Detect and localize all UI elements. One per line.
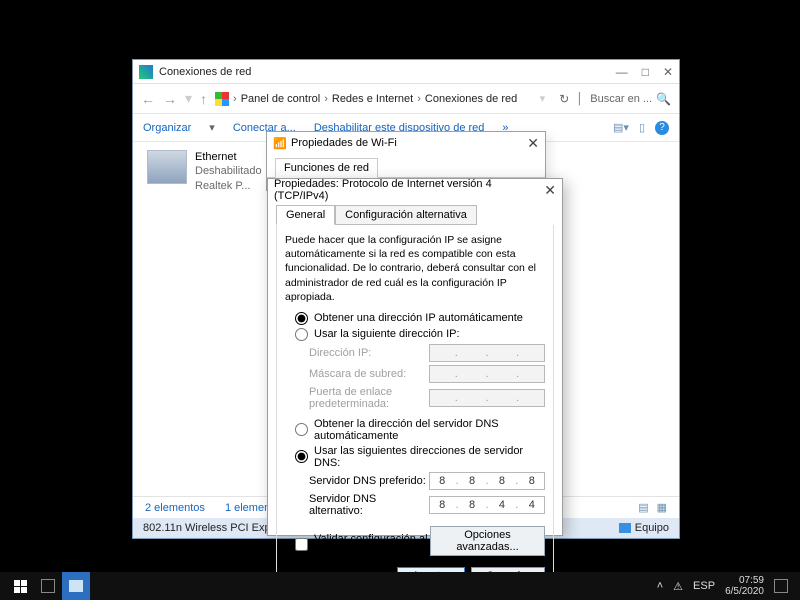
taskbar-app[interactable] xyxy=(62,572,90,600)
large-view-icon[interactable]: ▦ xyxy=(657,501,667,514)
close-icon[interactable]: ✕ xyxy=(544,182,556,199)
radio-ip-manual[interactable]: Usar la siguiente dirección IP: xyxy=(295,328,545,341)
tray-chevron-icon[interactable]: ˄ xyxy=(657,580,663,592)
breadcrumb-2[interactable]: Redes e Internet xyxy=(332,93,413,105)
ipv4-title: Propiedades: Protocolo de Internet versi… xyxy=(274,178,544,202)
tab-general[interactable]: General xyxy=(276,205,335,225)
ipv4-properties-dialog: Propiedades: Protocolo de Internet versi… xyxy=(267,178,563,536)
adapter-name: Ethernet xyxy=(195,150,262,164)
explorer-titlebar[interactable]: Conexiones de red — □ ✕ xyxy=(133,60,679,84)
validate-checkbox-input[interactable] xyxy=(295,538,308,551)
window-title: Conexiones de red xyxy=(159,66,251,78)
network-icon xyxy=(139,65,153,79)
radio-ip-manual-input[interactable] xyxy=(295,328,308,341)
organize-button[interactable]: Organizar xyxy=(143,122,191,134)
dns-preferred-input[interactable]: 8.8.8.8 xyxy=(429,472,545,490)
adapter-device: Realtek P... xyxy=(195,179,262,193)
adapter-status: Deshabilitado xyxy=(195,164,262,178)
tab-alt-config[interactable]: Configuración alternativa xyxy=(335,205,477,225)
up-icon[interactable]: ↑ xyxy=(200,91,207,107)
pane-icon[interactable]: ▯ xyxy=(639,121,645,134)
task-view-icon xyxy=(41,579,55,593)
task-view-button[interactable] xyxy=(34,572,62,600)
minimize-icon[interactable]: — xyxy=(616,65,628,79)
gateway-row: Puerta de enlace predeterminada: ... xyxy=(309,386,545,410)
advanced-button[interactable]: Opciones avanzadas... xyxy=(430,526,545,556)
shield-icon xyxy=(215,92,229,106)
wifi-tray-icon[interactable]: ⚠ xyxy=(673,580,683,593)
dns-alt-row: Servidor DNS alternativo: 8.8.4.4 xyxy=(309,493,545,517)
app-icon xyxy=(69,580,83,592)
wifi-tab[interactable]: Funciones de red xyxy=(275,158,378,178)
radio-dns-auto[interactable]: Obtener la dirección del servidor DNS au… xyxy=(295,418,545,442)
radio-dns-manual-input[interactable] xyxy=(295,450,308,463)
radio-ip-auto-input[interactable] xyxy=(295,312,308,325)
subnet-mask-input: ... xyxy=(429,365,545,383)
clock-date: 6/5/2020 xyxy=(725,586,764,597)
ip-address-row: Dirección IP: ... xyxy=(309,344,545,362)
taskbar: ˄ ⚠ ESP 07:59 6/5/2020 xyxy=(0,572,800,600)
dns-preferred-row: Servidor DNS preferido: 8.8.8.8 xyxy=(309,472,545,490)
wifi-titlebar[interactable]: 📶 Propiedades de Wi-Fi ✕ xyxy=(267,132,545,154)
system-tray: ˄ ⚠ ESP 07:59 6/5/2020 xyxy=(657,575,794,597)
details-view-icon[interactable]: ▤ xyxy=(638,501,648,514)
status-elements: 2 elementos xyxy=(145,502,205,514)
close-icon[interactable]: ✕ xyxy=(663,65,673,79)
dns-alt-input[interactable]: 8.8.4.4 xyxy=(429,496,545,514)
wifi-title: Propiedades de Wi-Fi xyxy=(291,137,397,149)
ipv4-description: Puede hacer que la configuración IP se a… xyxy=(285,233,545,304)
computer-icon xyxy=(619,523,631,533)
wifi-icon: 📶 xyxy=(273,137,285,149)
help-icon[interactable]: ? xyxy=(655,121,669,135)
clock[interactable]: 07:59 6/5/2020 xyxy=(725,575,764,597)
back-icon[interactable]: ← xyxy=(141,91,155,107)
search-placeholder: Buscar en ... xyxy=(590,93,652,105)
forward-icon[interactable]: → xyxy=(163,91,177,107)
ip-address-input: ... xyxy=(429,344,545,362)
search-icon: 🔍 xyxy=(656,92,671,106)
notifications-icon[interactable] xyxy=(774,579,788,593)
radio-ip-auto[interactable]: Obtener una dirección IP automáticamente xyxy=(295,312,545,325)
radio-dns-manual[interactable]: Usar las siguientes direcciones de servi… xyxy=(295,445,545,469)
breadcrumb-3[interactable]: Conexiones de red xyxy=(425,93,517,105)
subnet-mask-row: Máscara de subred: ... xyxy=(309,365,545,383)
validate-checkbox[interactable]: Validar configuración al salir xyxy=(295,533,430,557)
maximize-icon[interactable]: □ xyxy=(642,65,649,79)
refresh-icon[interactable]: ↻ xyxy=(559,92,569,106)
windows-icon xyxy=(14,580,27,593)
ipv4-titlebar[interactable]: Propiedades: Protocolo de Internet versi… xyxy=(268,179,562,201)
radio-dns-auto-input[interactable] xyxy=(295,423,308,436)
footer-right: Equipo xyxy=(635,522,669,534)
explorer-nav: ← → ▾ ↑ › Panel de control › Redes e Int… xyxy=(133,84,679,114)
breadcrumb[interactable]: › Panel de control › Redes e Internet › … xyxy=(215,92,517,106)
close-icon[interactable]: ✕ xyxy=(527,135,539,152)
gateway-input: ... xyxy=(429,389,545,407)
adapter-icon xyxy=(147,150,187,184)
breadcrumb-1[interactable]: Panel de control xyxy=(241,93,321,105)
start-button[interactable] xyxy=(6,572,34,600)
dropdown-icon[interactable]: ▾ xyxy=(185,90,192,107)
clock-time: 07:59 xyxy=(725,575,764,586)
lang-indicator[interactable]: ESP xyxy=(693,580,715,592)
search-box[interactable]: ▾ ↻ │ Buscar en ... 🔍 xyxy=(540,92,671,106)
view-icon[interactable]: ▤▾ xyxy=(613,121,629,134)
